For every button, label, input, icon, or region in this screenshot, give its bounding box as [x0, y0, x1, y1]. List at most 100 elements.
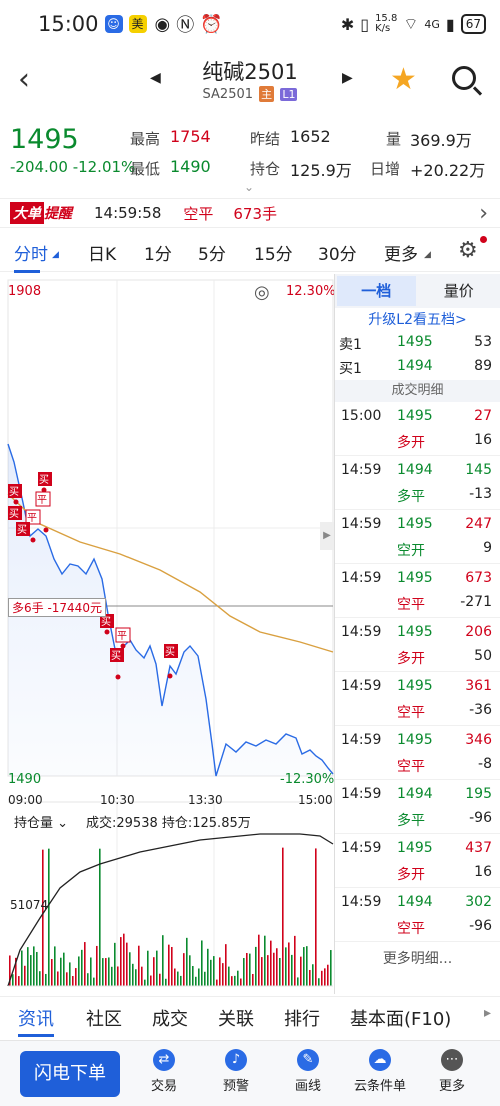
time-label-1500: 15:00 — [298, 793, 333, 807]
trade-row: 14:59 1494 302 空平 -96 — [335, 888, 500, 942]
volume-bar — [330, 950, 332, 986]
volume-bar — [324, 968, 326, 986]
search-icon[interactable] — [452, 66, 476, 90]
volume-bar — [174, 968, 176, 986]
period-tabs: 分时 ◢ 日K 1分 5分 15分 30分 更多 ◢ ⚙ — [0, 232, 500, 273]
volume-bar — [204, 971, 206, 986]
trade-qty: 247 — [465, 516, 492, 532]
sell1-row: 卖1 1495 53 — [335, 332, 500, 356]
trade-price: 1495 — [397, 678, 433, 694]
trade-time: 15:00 — [341, 408, 382, 424]
order-book-panel: 一档 量价 升级L2看五档> 卖1 1495 53 买1 1494 89 成交明… — [334, 274, 500, 994]
trade-price: 1494 — [397, 894, 433, 910]
more-button[interactable]: ⋯ 更多 — [422, 1049, 482, 1094]
vol-selector[interactable]: 持仓量 ⌄ — [14, 812, 68, 831]
volume-bar — [201, 940, 203, 986]
tab-volume-price[interactable]: 量价 — [420, 276, 499, 306]
change-value: -204.00 — [10, 158, 68, 176]
tab-fundamentals[interactable]: 基本面(F10) — [350, 1005, 451, 1031]
tab-deals[interactable]: 成交 — [152, 1005, 188, 1031]
tab-1min[interactable]: 1分 — [144, 240, 172, 265]
chart-top-right: 12.30% — [286, 284, 336, 299]
alert-button[interactable]: ♪ 预警 — [206, 1049, 266, 1094]
tab-news[interactable]: 资讯 — [18, 1005, 54, 1037]
tab-daily-k[interactable]: 日K — [88, 240, 116, 265]
volume-bar — [93, 977, 95, 986]
collapse-panel-icon[interactable]: ▶ — [320, 522, 334, 550]
volume-bar — [156, 950, 158, 986]
chart-svg: 买 买 买 平 平 买 买 平 买 买 — [7, 279, 334, 987]
svg-text:平: 平 — [117, 631, 127, 642]
cloud-label: 云条件单 — [353, 1079, 406, 1094]
volume-bar — [291, 954, 293, 986]
status-time: 15:00 — [38, 12, 99, 36]
volume-bar — [66, 972, 68, 986]
volume-bar — [36, 951, 38, 986]
svg-text:买: 买 — [39, 474, 49, 486]
tab-15min[interactable]: 15分 — [254, 240, 293, 265]
title-bar: ‹ ◀ 纯碱2501 SA2501 主 L1 ▶ ★ — [0, 48, 500, 114]
draw-label: 画线 — [294, 1079, 321, 1094]
big-order-alert[interactable]: 大单 提醒 14:59:58 空平 673手 › — [0, 198, 500, 228]
alert-time: 14:59:58 — [94, 204, 162, 222]
volume-bar — [96, 945, 98, 986]
star-icon[interactable]: ★ — [390, 62, 417, 97]
tab-5min[interactable]: 5分 — [198, 240, 226, 265]
volume-bar — [252, 973, 254, 986]
volume-bar — [147, 950, 149, 986]
volume-bar — [54, 946, 56, 986]
volume-bar — [288, 942, 290, 986]
contract-code-text: SA2501 — [202, 87, 254, 102]
volume-bar — [42, 849, 44, 986]
trade-type: 多开 — [397, 867, 425, 883]
cloud-order-button[interactable]: ☁ 云条件单 — [350, 1049, 410, 1094]
trade-type: 空平 — [397, 759, 425, 775]
trade-price: 1495 — [397, 516, 433, 532]
alert-qty: 673手 — [233, 204, 278, 223]
draw-button[interactable]: ✎ 画线 — [278, 1049, 338, 1094]
tab-30min[interactable]: 30分 — [318, 240, 357, 265]
chevron-right-icon: › — [479, 200, 488, 226]
trade-qty: 361 — [465, 678, 492, 694]
volume-bar — [246, 953, 248, 986]
volume-bar — [99, 848, 101, 986]
intraday-chart[interactable]: 买 买 买 平 平 买 买 平 买 买 1908 ◎ 12.30% 1490 -… — [0, 274, 336, 994]
eye-toggle-icon[interactable]: ◎ — [254, 282, 270, 303]
tab-level1[interactable]: 一档 — [337, 276, 416, 306]
buy1-qty: 89 — [474, 358, 492, 374]
tab-more[interactable]: 更多 — [384, 240, 418, 265]
expand-chevron-icon[interactable]: ⌄ — [244, 180, 254, 194]
tab-timeshare[interactable]: 分时 — [14, 240, 48, 273]
trade-price: 1495 — [397, 408, 433, 424]
action-bar: 闪电下单 ⇄ 交易 ♪ 预警 ✎ 画线 ☁ 云条件单 ⋯ 更多 — [0, 1040, 500, 1106]
volume-bar — [102, 958, 104, 986]
volume-bar — [207, 948, 209, 986]
volume-bar — [63, 952, 65, 986]
trade-qty: 195 — [465, 786, 492, 802]
upgrade-l2-link[interactable]: 升级L2看五档> — [335, 308, 500, 332]
scroll-right-icon[interactable]: ▸ — [484, 1005, 491, 1021]
tab-related[interactable]: 关联 — [218, 1005, 254, 1031]
volume-bar — [162, 935, 164, 986]
buy1-label: 买1 — [339, 361, 362, 377]
volume-bar — [294, 935, 296, 986]
more-details-link[interactable]: 更多明细... — [335, 948, 500, 968]
next-contract-icon[interactable]: ▶ — [342, 70, 353, 86]
crosshair-tooltip: 多6手 -17440元 — [8, 598, 106, 617]
tab-ranking[interactable]: 排行 — [284, 1005, 320, 1031]
volume-bar — [87, 973, 89, 986]
notification-dot — [480, 236, 487, 243]
flash-order-button[interactable]: 闪电下单 — [20, 1051, 120, 1097]
trade-time: 14:59 — [341, 786, 382, 802]
volume-bar — [213, 956, 215, 986]
trade-time: 14:59 — [341, 840, 382, 856]
trade-button[interactable]: ⇄ 交易 — [134, 1049, 194, 1094]
bluetooth-icon: ✱ — [340, 14, 355, 34]
volume-bar — [168, 944, 170, 986]
trade-qty: 437 — [465, 840, 492, 856]
tab-community[interactable]: 社区 — [86, 1005, 122, 1031]
svg-text:买: 买 — [9, 486, 19, 498]
alarm-icon: ⏰ — [200, 13, 223, 35]
volume-bar — [279, 957, 281, 986]
gear-icon[interactable]: ⚙ — [458, 238, 478, 263]
